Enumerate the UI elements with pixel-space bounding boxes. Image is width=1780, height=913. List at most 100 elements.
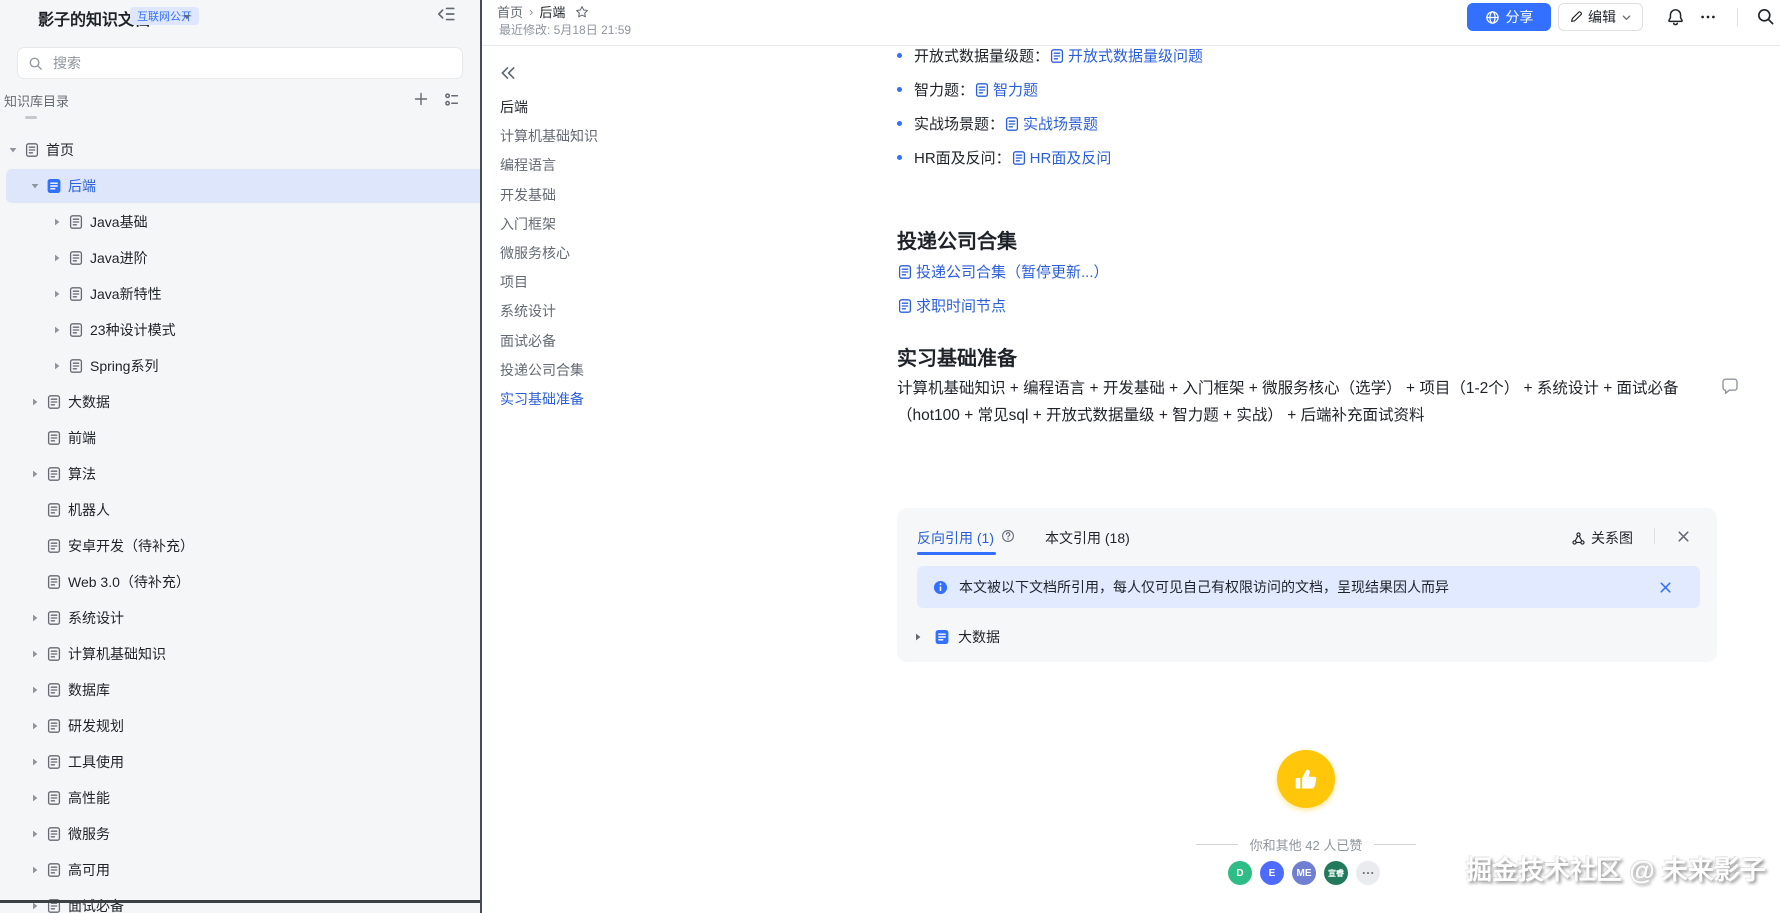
more-likers-button[interactable] <box>1356 861 1380 885</box>
tree-caret-icon[interactable] <box>52 253 62 263</box>
notice-close-icon[interactable] <box>1658 580 1673 595</box>
toc-item-微服务核心[interactable]: 微服务核心 <box>500 243 570 263</box>
sidebar-item-label: 首页 <box>46 142 74 158</box>
sidebar-item-后端[interactable]: 后端 <box>6 169 480 203</box>
edit-button[interactable]: 编辑 <box>1558 3 1643 31</box>
referencing-doc-row[interactable]: 大数据 <box>913 622 1000 652</box>
sidebar-item-高可用[interactable]: 高可用 <box>6 853 480 887</box>
toc-item-计算机基础知识[interactable]: 计算机基础知识 <box>500 126 598 146</box>
tree-caret-icon[interactable] <box>52 217 62 227</box>
sidebar-item-Java进阶[interactable]: Java进阶 <box>6 241 480 275</box>
search-input[interactable] <box>51 54 452 72</box>
sidebar-item-系统设计[interactable]: 系统设计 <box>6 601 480 635</box>
sidebar-item-机器人[interactable]: 机器人 <box>6 493 480 527</box>
tree-caret-icon[interactable] <box>30 829 40 839</box>
doc-link[interactable]: 开放式数据量级问题 <box>1049 45 1203 66</box>
relation-graph-label: 关系图 <box>1591 530 1633 546</box>
tree-caret-icon[interactable] <box>52 361 62 371</box>
toc-item-实习基础准备[interactable]: 实习基础准备 <box>500 389 584 409</box>
display-options-icon[interactable] <box>443 91 460 108</box>
doc-link-icon <box>897 298 913 314</box>
toc-item-投递公司合集[interactable]: 投递公司合集 <box>500 360 584 380</box>
favorite-star-icon[interactable] <box>575 5 589 19</box>
toc-item-面试必备[interactable]: 面试必备 <box>500 331 556 351</box>
toc-item-开发基础[interactable]: 开发基础 <box>500 185 556 205</box>
toc-collapse-icon[interactable] <box>499 64 517 82</box>
sidebar-item-label: 算法 <box>68 466 96 482</box>
expand-caret-icon[interactable] <box>913 632 923 642</box>
tree-caret-icon[interactable] <box>30 181 40 191</box>
tree-caret-icon[interactable] <box>30 685 40 695</box>
tree-caret-icon[interactable] <box>52 289 62 299</box>
relation-graph-button[interactable]: 关系图 <box>1571 528 1633 548</box>
sidebar-item-微服务[interactable]: 微服务 <box>6 817 480 851</box>
sidebar-item-计算机基础知识[interactable]: 计算机基础知识 <box>6 637 480 671</box>
catalog-title: 知识库目录 <box>4 94 70 109</box>
comment-bubble-icon[interactable] <box>1720 377 1740 397</box>
toc-item-入门框架[interactable]: 入门框架 <box>500 214 556 234</box>
sidebar-item-算法[interactable]: 算法 <box>6 457 480 491</box>
doc-link-label: HR面及反问 <box>1029 150 1112 167</box>
share-button[interactable]: 分享 <box>1467 3 1551 31</box>
doc-link[interactable]: 求职时间节点 <box>897 295 1006 316</box>
toc-item-系统设计[interactable]: 系统设计 <box>500 301 556 321</box>
tree-caret-icon[interactable] <box>8 145 18 155</box>
tree-caret-icon[interactable] <box>30 793 40 803</box>
doc-link[interactable]: 实战场景题 <box>1004 113 1098 134</box>
doc-link[interactable]: 投递公司合集（暂停更新...） <box>897 261 1109 282</box>
avatar[interactable]: ME <box>1292 861 1316 885</box>
tree-caret-icon[interactable] <box>30 865 40 875</box>
add-page-icon[interactable] <box>413 91 429 107</box>
graph-icon <box>1571 531 1586 546</box>
avatar[interactable]: 宣睿 <box>1324 861 1348 885</box>
search-box[interactable] <box>17 47 463 79</box>
sidebar-item-23种设计模式[interactable]: 23种设计模式 <box>6 313 480 347</box>
sidebar-item-Web 3.0（待补充）[interactable]: Web 3.0（待补充） <box>6 565 480 599</box>
tab-doc-references[interactable]: 本文引用 (18) <box>1045 528 1130 548</box>
like-count-text: 你和其他 42 人已赞 <box>1249 838 1363 853</box>
tree-caret-icon[interactable] <box>52 325 62 335</box>
tree-caret-icon[interactable] <box>30 613 40 623</box>
doc-icon <box>46 430 62 446</box>
sidebar-item-label: Web 3.0（待补充） <box>68 574 190 590</box>
sidebar-item-大数据[interactable]: 大数据 <box>6 385 480 419</box>
sidebar-item-研发规划[interactable]: 研发规划 <box>6 709 480 743</box>
doc-link[interactable]: HR面及反问 <box>1011 147 1112 168</box>
tree-caret-icon[interactable] <box>30 469 40 479</box>
sidebar-item-数据库[interactable]: 数据库 <box>6 673 480 707</box>
bullet-label: 开放式数据量级题： <box>914 48 1050 65</box>
tree-caret-icon[interactable] <box>30 757 40 767</box>
global-search-icon[interactable] <box>1756 7 1775 26</box>
help-icon[interactable] <box>1001 529 1015 543</box>
more-actions-icon[interactable] <box>1697 8 1719 26</box>
sidebar-item-前端[interactable]: 前端 <box>6 421 480 455</box>
sidebar-item-高性能[interactable]: 高性能 <box>6 781 480 815</box>
doc-link[interactable]: 智力题 <box>974 79 1038 100</box>
toc-item-后端[interactable]: 后端 <box>500 97 528 117</box>
sidebar-item-工具使用[interactable]: 工具使用 <box>6 745 480 779</box>
avatar[interactable]: D <box>1228 861 1252 885</box>
sidebar-item-label: 微服务 <box>68 826 110 842</box>
notifications-bell-icon[interactable] <box>1666 7 1685 27</box>
avatar[interactable]: E <box>1260 861 1284 885</box>
breadcrumb-home[interactable]: 首页 <box>497 2 523 21</box>
sidebar-collapse-icon[interactable] <box>436 5 456 23</box>
sidebar-item-Java新特性[interactable]: Java新特性 <box>6 277 480 311</box>
doc-link-row: 求职时间节点 <box>897 295 1006 318</box>
tab-back-references[interactable]: 反向引用 (1) <box>917 528 994 548</box>
tree-caret-icon[interactable] <box>30 721 40 731</box>
sidebar-divider[interactable] <box>480 0 482 913</box>
sidebar-item-首页[interactable]: 首页 <box>6 133 474 167</box>
workspace-dropdown-caret-icon[interactable] <box>182 12 192 22</box>
tree-caret-icon[interactable] <box>30 649 40 659</box>
breadcrumb-current: 后端 <box>539 5 566 20</box>
tree-caret-icon[interactable] <box>30 397 40 407</box>
like-button[interactable] <box>1277 750 1335 808</box>
sidebar-item-Java基础[interactable]: Java基础 <box>6 205 480 239</box>
panel-close-icon[interactable] <box>1676 529 1691 544</box>
breadcrumb-separator: › <box>529 4 534 19</box>
sidebar-item-安卓开发（待补充）[interactable]: 安卓开发（待补充） <box>6 529 480 563</box>
sidebar-item-Spring系列[interactable]: Spring系列 <box>6 349 480 383</box>
toc-item-项目[interactable]: 项目 <box>500 272 528 292</box>
toc-item-编程语言[interactable]: 编程语言 <box>500 155 556 175</box>
